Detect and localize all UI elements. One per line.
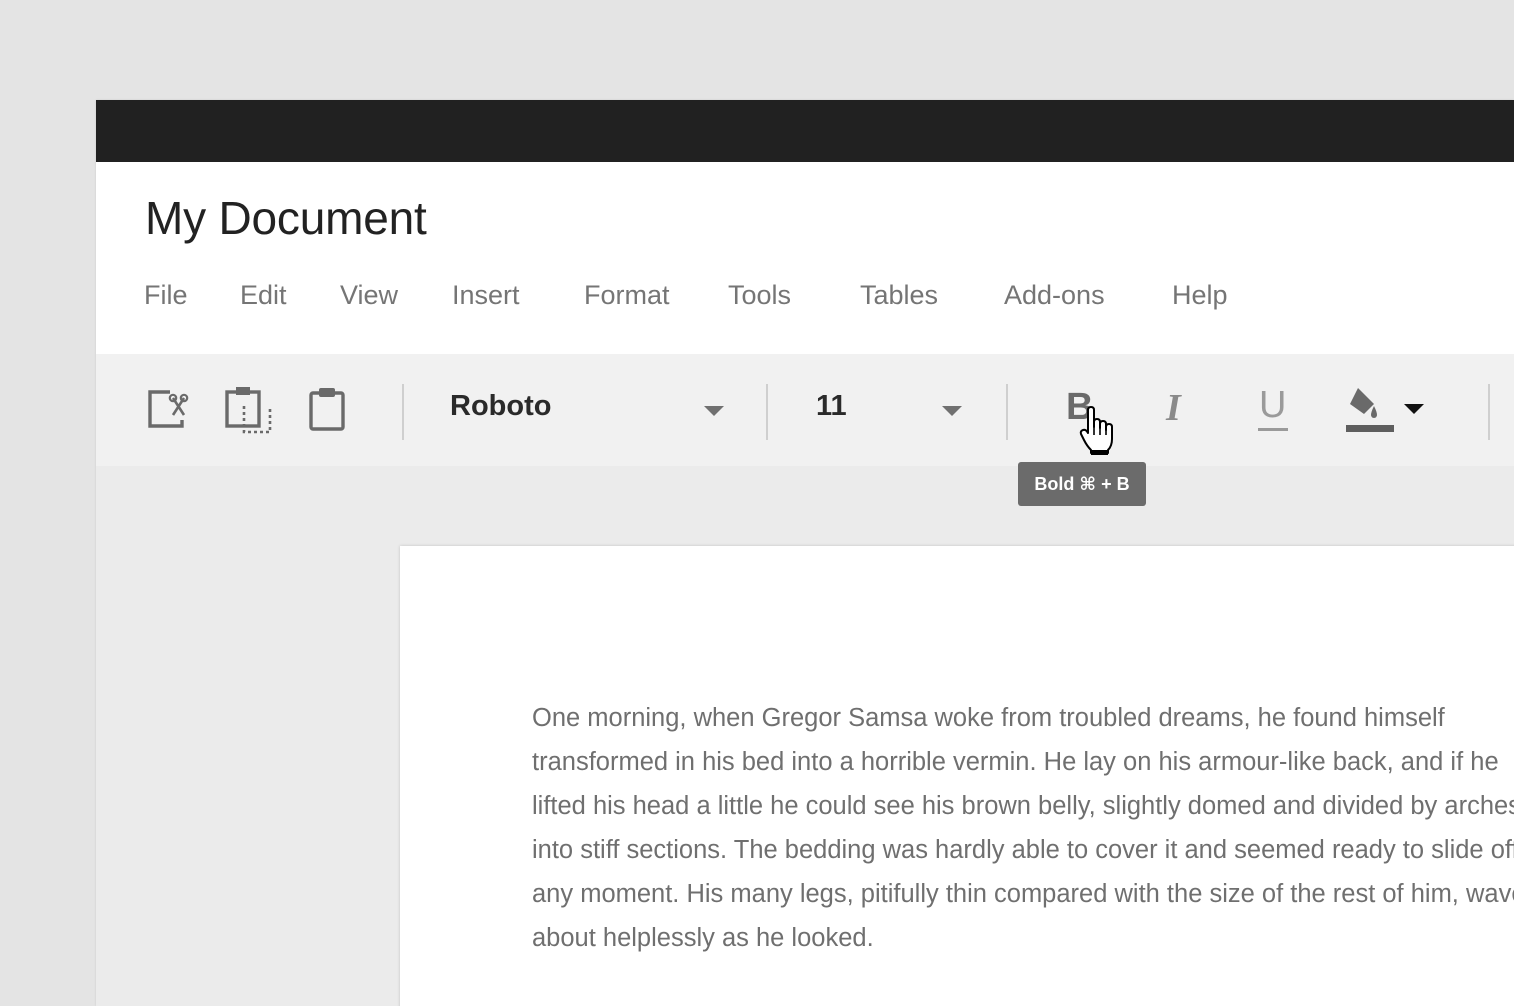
- menu-edit[interactable]: Edit: [240, 280, 287, 311]
- caret-down-icon: [704, 406, 724, 416]
- underline-bar: [1258, 428, 1288, 431]
- toolbar-separator: [402, 384, 404, 440]
- document-header: My Document File Edit View Insert Format…: [96, 162, 1514, 354]
- hand-pointer-icon: [1079, 406, 1113, 455]
- menu-view[interactable]: View: [340, 280, 398, 311]
- toolbar-separator: [1488, 384, 1490, 440]
- copy-button[interactable]: [224, 384, 274, 436]
- toolbar-separator: [766, 384, 768, 440]
- toolbar-separator: [1006, 384, 1008, 440]
- menu-tables[interactable]: Tables: [860, 280, 938, 311]
- font-family-select[interactable]: Roboto: [450, 378, 732, 438]
- document-title[interactable]: My Document: [145, 191, 427, 245]
- fill-color-icon: [1346, 388, 1424, 432]
- paste-button[interactable]: [308, 384, 348, 434]
- body-line: One morning, when Gregor Samsa woke from…: [532, 704, 1445, 732]
- cut-button[interactable]: [146, 388, 190, 432]
- body-line: any moment. His many legs, pitifully thi…: [532, 880, 1514, 908]
- italic-button[interactable]: I: [1162, 384, 1196, 434]
- menu-add-ons[interactable]: Add-ons: [1004, 280, 1105, 311]
- document-body[interactable]: One morning, when Gregor Samsa woke from…: [532, 696, 1514, 960]
- cut-icon: [148, 390, 189, 428]
- underline-button[interactable]: U: [1256, 384, 1296, 434]
- menu-file[interactable]: File: [144, 280, 188, 311]
- font-size-select[interactable]: 11: [814, 378, 968, 438]
- menu-help[interactable]: Help: [1172, 280, 1228, 311]
- menu-format[interactable]: Format: [584, 280, 670, 311]
- font-size-value: 11: [816, 390, 847, 422]
- formatting-toolbar: Roboto 11 B I U: [96, 354, 1514, 466]
- editor-window: My Document File Edit View Insert Format…: [96, 100, 1514, 1006]
- title-bar: [96, 100, 1514, 162]
- font-family-value: Roboto: [450, 390, 552, 422]
- body-line: about helplessly as he looked.: [532, 924, 874, 952]
- fill-color-button[interactable]: [1344, 384, 1430, 438]
- body-line: into stiff sections. The bedding was har…: [532, 836, 1514, 864]
- caret-down-icon: [942, 406, 962, 416]
- bold-tooltip: Bold ⌘ + B: [1018, 462, 1146, 506]
- body-line: lifted his head a little he could see hi…: [532, 792, 1514, 820]
- document-page[interactable]: One morning, when Gregor Samsa woke from…: [400, 546, 1514, 1006]
- paste-icon: [309, 388, 345, 431]
- italic-icon: I: [1166, 387, 1181, 429]
- underline-icon: U: [1259, 384, 1287, 426]
- body-line: transformed in his bed into a horrible v…: [532, 748, 1499, 776]
- copy-icon: [225, 387, 272, 434]
- menu-insert[interactable]: Insert: [452, 280, 520, 311]
- menu-tools[interactable]: Tools: [728, 280, 791, 311]
